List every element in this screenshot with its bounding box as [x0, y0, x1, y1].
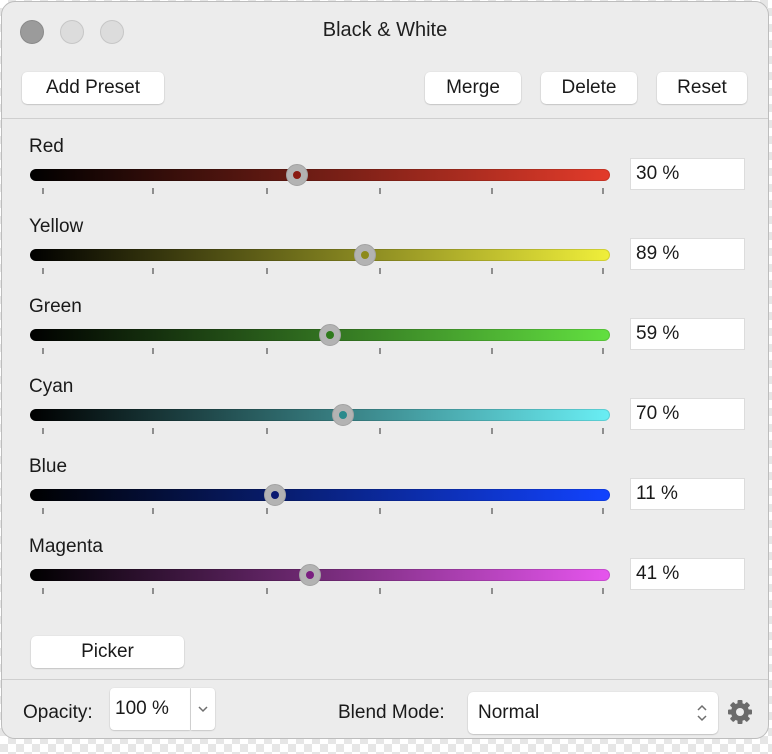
slider-value-field-green[interactable]: 59 % [630, 318, 745, 350]
slider-tick [602, 588, 604, 594]
blend-mode-value: Normal [478, 702, 540, 723]
slider-tick [152, 508, 154, 514]
opacity-dropdown-button[interactable] [191, 688, 215, 730]
slider-thumb-red[interactable] [285, 164, 308, 186]
slider-tick [491, 588, 493, 594]
slider-tick [602, 268, 604, 274]
slider-thumb-dot [292, 171, 301, 179]
slider-thumb-cyan[interactable] [332, 404, 355, 426]
merge-button[interactable]: Merge [425, 72, 521, 104]
slider-tick [602, 428, 604, 434]
slider-label: Blue [29, 456, 68, 477]
opacity-field[interactable]: 100 % [110, 688, 190, 730]
slider-ticks [30, 588, 610, 594]
slider-tick [491, 348, 493, 354]
slider-row-magenta: Magenta 41 % [2, 536, 768, 616]
reset-button[interactable]: Reset [657, 72, 747, 104]
slider-track-blue[interactable] [30, 489, 610, 501]
slider-ticks [30, 428, 610, 434]
slider-tick [379, 588, 381, 594]
window-title: Black & White [322, 19, 448, 41]
slider-thumb-dot [270, 491, 279, 499]
slider-tick [602, 508, 604, 514]
slider-tick [266, 348, 268, 354]
slider-ticks [30, 508, 610, 514]
slider-tick [602, 188, 604, 194]
slider-track-yellow[interactable] [30, 249, 610, 261]
slider-tick [266, 508, 268, 514]
add-preset-button[interactable]: Add Preset [22, 72, 164, 104]
slider-tick [266, 428, 268, 434]
slider-tick [491, 188, 493, 194]
slider-value-field-yellow[interactable]: 89 % [630, 238, 745, 270]
slider-tick [379, 188, 381, 194]
slider-tick [379, 268, 381, 274]
slider-ticks [30, 188, 610, 194]
slider-tick [602, 348, 604, 354]
toolbar-divider [2, 118, 768, 119]
slider-tick [379, 508, 381, 514]
slider-tick [152, 428, 154, 434]
slider-tick [266, 188, 268, 194]
slider-track-cyan[interactable] [30, 409, 610, 421]
slider-ticks [30, 348, 610, 354]
slider-row-yellow: Yellow 89 % [2, 216, 768, 296]
slider-row-cyan: Cyan 70 % [2, 376, 768, 456]
slider-tick [42, 268, 44, 274]
slider-label: Cyan [29, 376, 74, 397]
blend-mode-label: Blend Mode: [338, 702, 445, 723]
slider-label: Green [29, 296, 82, 317]
slider-value-field-cyan[interactable]: 70 % [630, 398, 745, 430]
slider-tick [42, 428, 44, 434]
slider-tick [42, 508, 44, 514]
black-white-panel: Black & White Add Preset Merge Delete Re… [1, 1, 769, 739]
delete-button[interactable]: Delete [541, 72, 637, 104]
slider-label: Magenta [29, 536, 103, 557]
slider-value-field-red[interactable]: 30 % [630, 158, 745, 190]
chevron-down-icon [198, 706, 208, 713]
slider-thumb-green[interactable] [319, 324, 342, 346]
slider-tick [152, 588, 154, 594]
slider-row-blue: Blue 11 % [2, 456, 768, 536]
slider-tick [42, 588, 44, 594]
slider-label: Red [29, 136, 64, 157]
slider-ticks [30, 268, 610, 274]
slider-tick [379, 348, 381, 354]
slider-thumb-dot [326, 331, 335, 339]
footer-divider [2, 679, 768, 680]
slider-tick [491, 268, 493, 274]
slider-thumb-dot [361, 251, 370, 259]
blend-mode-select[interactable]: Normal [468, 692, 718, 734]
slider-tick [266, 268, 268, 274]
slider-tick [491, 428, 493, 434]
slider-tick [42, 188, 44, 194]
up-down-chevron-icon [697, 704, 707, 722]
picker-button[interactable]: Picker [31, 636, 184, 668]
slider-tick [491, 508, 493, 514]
slider-tick [152, 188, 154, 194]
slider-thumb-yellow[interactable] [354, 244, 377, 266]
slider-label: Yellow [29, 216, 84, 237]
slider-tick [152, 268, 154, 274]
slider-thumb-blue[interactable] [263, 484, 286, 506]
slider-tick [266, 588, 268, 594]
slider-tick [379, 428, 381, 434]
gear-icon[interactable] [726, 698, 754, 726]
slider-tick [152, 348, 154, 354]
slider-row-green: Green 59 % [2, 296, 768, 376]
opacity-label: Opacity: [23, 702, 93, 723]
slider-tick [42, 348, 44, 354]
slider-thumb-magenta[interactable] [298, 564, 321, 586]
slider-value-field-blue[interactable]: 11 % [630, 478, 745, 510]
slider-row-red: Red 30 % [2, 136, 768, 216]
slider-value-field-magenta[interactable]: 41 % [630, 558, 745, 590]
slider-thumb-dot [339, 411, 348, 419]
slider-thumb-dot [305, 571, 314, 579]
slider-track-red[interactable] [30, 169, 610, 181]
